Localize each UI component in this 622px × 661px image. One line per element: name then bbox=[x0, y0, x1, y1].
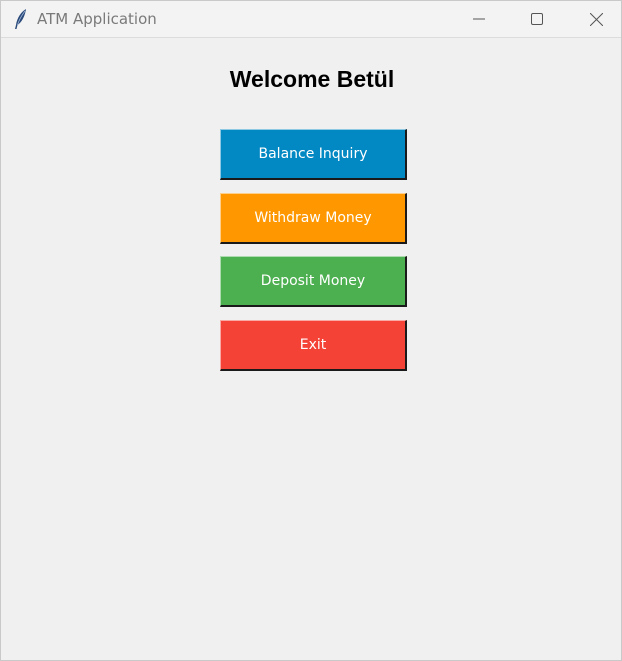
title-bar[interactable]: ATM Application bbox=[1, 1, 621, 38]
maximize-icon bbox=[531, 13, 543, 25]
close-icon bbox=[589, 12, 603, 26]
withdraw-money-button[interactable]: Withdraw Money bbox=[220, 193, 407, 244]
feather-icon bbox=[13, 8, 29, 30]
close-button[interactable] bbox=[573, 1, 619, 37]
minimize-icon bbox=[473, 13, 485, 25]
balance-inquiry-button[interactable]: Balance Inquiry bbox=[220, 129, 407, 180]
app-window: ATM Application Welcome Betül Balance In… bbox=[0, 0, 622, 661]
minimize-button[interactable] bbox=[456, 1, 502, 37]
main-content: Welcome Betül Balance Inquiry Withdraw M… bbox=[1, 38, 621, 660]
window-title: ATM Application bbox=[37, 10, 157, 28]
welcome-heading: Welcome Betül bbox=[229, 66, 395, 92]
deposit-money-button[interactable]: Deposit Money bbox=[220, 256, 407, 307]
exit-button[interactable]: Exit bbox=[220, 320, 407, 371]
maximize-button[interactable] bbox=[514, 1, 560, 37]
